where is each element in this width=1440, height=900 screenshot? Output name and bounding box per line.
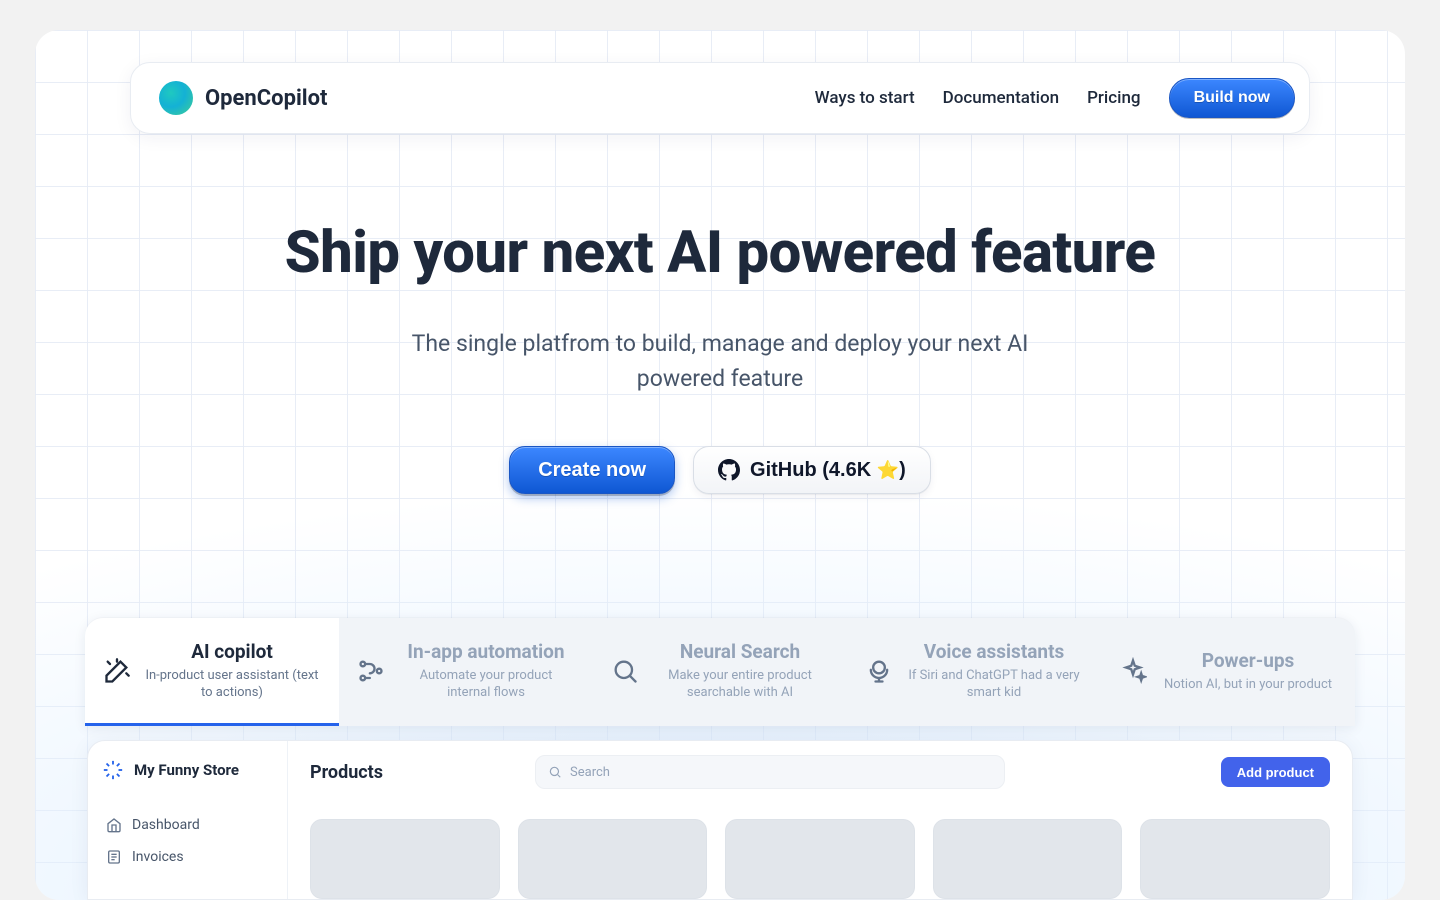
tab-title: Neural Search: [651, 640, 829, 663]
main-nav: Ways to start Documentation Pricing Buil…: [815, 78, 1295, 118]
sidebar-item-invoices[interactable]: Invoices: [102, 841, 273, 873]
brand-name: OpenCopilot: [205, 86, 327, 111]
search-icon: [548, 765, 562, 779]
tab-subtitle: Make your entire product searchable with…: [651, 667, 829, 702]
product-preview: My Funny Store Dashboard Invoices Produc…: [87, 740, 1353, 900]
product-card-placeholder: [518, 819, 708, 899]
tab-in-app-automation[interactable]: In-app automation Automate your product …: [339, 618, 593, 726]
star-icon: ⭐: [877, 460, 899, 480]
tab-title: Power-ups: [1159, 649, 1337, 672]
github-icon: [718, 459, 740, 481]
tab-neural-search[interactable]: Neural Search Make your entire product s…: [593, 618, 847, 726]
home-icon: [106, 817, 122, 833]
tab-ai-copilot[interactable]: AI copilot In-product user assistant (te…: [85, 618, 339, 726]
add-product-button[interactable]: Add product: [1221, 757, 1330, 787]
create-now-button[interactable]: Create now: [509, 446, 675, 494]
hero-headline: Ship your next AI powered feature: [35, 219, 1405, 287]
hero-subline: The single platfrom to build, manage and…: [35, 327, 1405, 396]
tab-subtitle: In-product user assistant (text to actio…: [143, 667, 321, 702]
tab-subtitle: Notion AI, but in your product: [1159, 676, 1337, 694]
hero: Ship your next AI powered feature The si…: [35, 219, 1405, 494]
github-label: GitHub (4.6K ⭐): [750, 459, 906, 482]
tab-subtitle: If Siri and ChatGPT had a very smart kid: [905, 667, 1083, 702]
tab-power-ups[interactable]: Power-ups Notion AI, but in your product: [1101, 618, 1355, 726]
github-button[interactable]: GitHub (4.6K ⭐): [693, 446, 931, 494]
tab-title: AI copilot: [143, 640, 321, 663]
flow-icon: [357, 657, 385, 685]
sidebar-item-dashboard[interactable]: Dashboard: [102, 809, 273, 841]
feature-tabs: AI copilot In-product user assistant (te…: [85, 618, 1355, 726]
brand-logo-icon: [159, 81, 193, 115]
preview-search-input[interactable]: Search: [535, 755, 1005, 789]
magic-wand-icon: [103, 657, 131, 685]
preview-page-title: Products: [310, 762, 383, 783]
tab-voice-assistants[interactable]: Voice assistants If Siri and ChatGPT had…: [847, 618, 1101, 726]
product-card-placeholder: [1140, 819, 1330, 899]
nav-pricing[interactable]: Pricing: [1087, 88, 1141, 108]
brand[interactable]: OpenCopilot: [159, 81, 327, 115]
store-name: My Funny Store: [134, 761, 239, 779]
store-logo-icon: [102, 759, 124, 781]
site-header: OpenCopilot Ways to start Documentation …: [130, 62, 1310, 134]
search-icon: [611, 657, 639, 685]
tab-title: Voice assistants: [905, 640, 1083, 663]
product-card-placeholder: [933, 819, 1123, 899]
preview-sidebar: My Funny Store Dashboard Invoices: [88, 741, 288, 899]
invoice-icon: [106, 849, 122, 865]
sidebar-item-label: Invoices: [132, 849, 184, 865]
nav-ways-to-start[interactable]: Ways to start: [815, 88, 915, 108]
sidebar-item-label: Dashboard: [132, 817, 200, 833]
tab-subtitle: Automate your product internal flows: [397, 667, 575, 702]
sparkle-icon: [1119, 657, 1147, 685]
build-now-button[interactable]: Build now: [1169, 78, 1295, 118]
product-card-placeholder: [310, 819, 500, 899]
nav-documentation[interactable]: Documentation: [943, 88, 1059, 108]
microphone-icon: [865, 657, 893, 685]
product-card-placeholder: [725, 819, 915, 899]
tab-title: In-app automation: [397, 640, 575, 663]
